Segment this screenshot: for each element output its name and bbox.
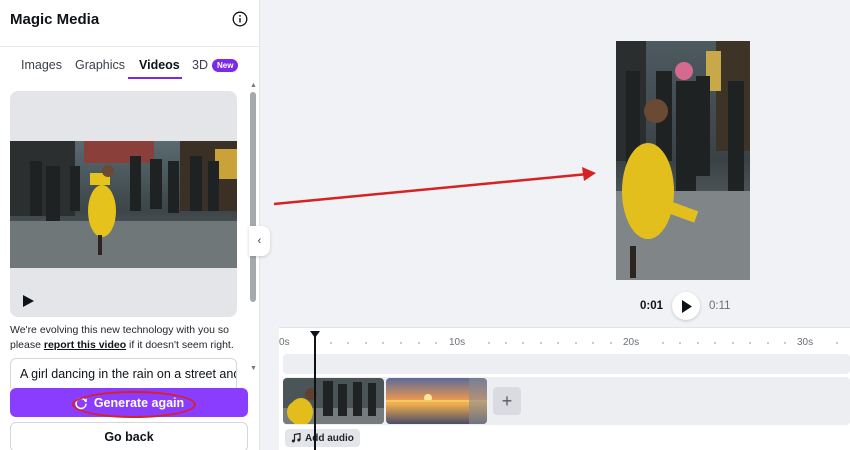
info-icon[interactable] bbox=[232, 11, 248, 27]
playback-controls: 0:01 0:11 bbox=[640, 292, 731, 320]
plus-icon: + bbox=[501, 390, 513, 411]
tab-images[interactable]: Images bbox=[21, 58, 62, 72]
go-back-button[interactable]: Go back bbox=[10, 422, 248, 450]
panel-title: Magic Media bbox=[10, 11, 100, 28]
play-button[interactable] bbox=[672, 292, 701, 320]
clip-thumbnail bbox=[283, 378, 384, 424]
go-back-label: Go back bbox=[104, 430, 154, 444]
report-video-link[interactable]: report this video bbox=[44, 339, 126, 351]
clip-thumbnail bbox=[386, 378, 487, 424]
timeline-ruler[interactable] bbox=[279, 340, 850, 346]
timeline-tick: 0s bbox=[279, 337, 290, 348]
tab-videos[interactable]: Videos bbox=[139, 58, 180, 72]
generated-video-thumbnail[interactable] bbox=[10, 141, 237, 268]
scroll-down-arrow[interactable]: ▼ bbox=[250, 365, 257, 372]
current-time: 0:01 bbox=[640, 300, 664, 312]
timeline-tick: 10s bbox=[449, 337, 466, 348]
annotation-arrow bbox=[273, 167, 596, 206]
timeline: 0s 10s 20s 30s + Add audio bbox=[279, 327, 850, 450]
play-icon[interactable] bbox=[22, 295, 34, 307]
generate-again-button[interactable]: Generate again bbox=[10, 388, 248, 417]
disclaimer-text-end: if it doesn't seem right. bbox=[126, 339, 234, 351]
new-badge: New bbox=[212, 59, 239, 72]
video-clip-sunset[interactable] bbox=[386, 378, 487, 424]
add-audio-label: Add audio bbox=[305, 432, 354, 444]
video-clip-girl-dancing[interactable] bbox=[283, 378, 384, 424]
tab-graphics[interactable]: Graphics bbox=[75, 58, 125, 72]
prompt-input[interactable]: A girl dancing in the rain on a street a… bbox=[10, 358, 237, 388]
refresh-icon bbox=[75, 397, 87, 409]
playhead-handle[interactable] bbox=[310, 331, 320, 338]
timeline-tick: 30s bbox=[797, 337, 814, 348]
collapse-panel-button[interactable]: ‹ bbox=[249, 226, 270, 256]
chevron-left-icon: ‹ bbox=[257, 235, 262, 247]
overlay-track[interactable] bbox=[283, 354, 850, 374]
add-audio-button[interactable]: Add audio bbox=[285, 429, 360, 447]
music-note-icon bbox=[291, 433, 301, 443]
prompt-text: A girl dancing in the rain on a street a… bbox=[20, 367, 237, 381]
total-time: 0:11 bbox=[709, 300, 731, 312]
playhead[interactable] bbox=[314, 336, 316, 450]
video-preview-frame bbox=[616, 41, 750, 280]
generated-video-card[interactable] bbox=[10, 91, 237, 317]
tab-3d[interactable]: 3D bbox=[192, 58, 208, 72]
timeline-tick: 20s bbox=[623, 337, 640, 348]
video-preview[interactable] bbox=[616, 41, 750, 280]
active-tab-indicator bbox=[128, 77, 182, 79]
magic-media-panel: Magic Media Images Graphics Videos 3D Ne… bbox=[0, 0, 260, 450]
generate-again-label: Generate again bbox=[93, 395, 185, 410]
add-clip-button[interactable]: + bbox=[493, 387, 521, 415]
scroll-up-arrow[interactable]: ▲ bbox=[250, 82, 257, 89]
play-icon bbox=[682, 299, 693, 313]
panel-scrollbar[interactable] bbox=[250, 92, 256, 302]
disclaimer-text: We're evolving this new technology with … bbox=[10, 323, 246, 353]
